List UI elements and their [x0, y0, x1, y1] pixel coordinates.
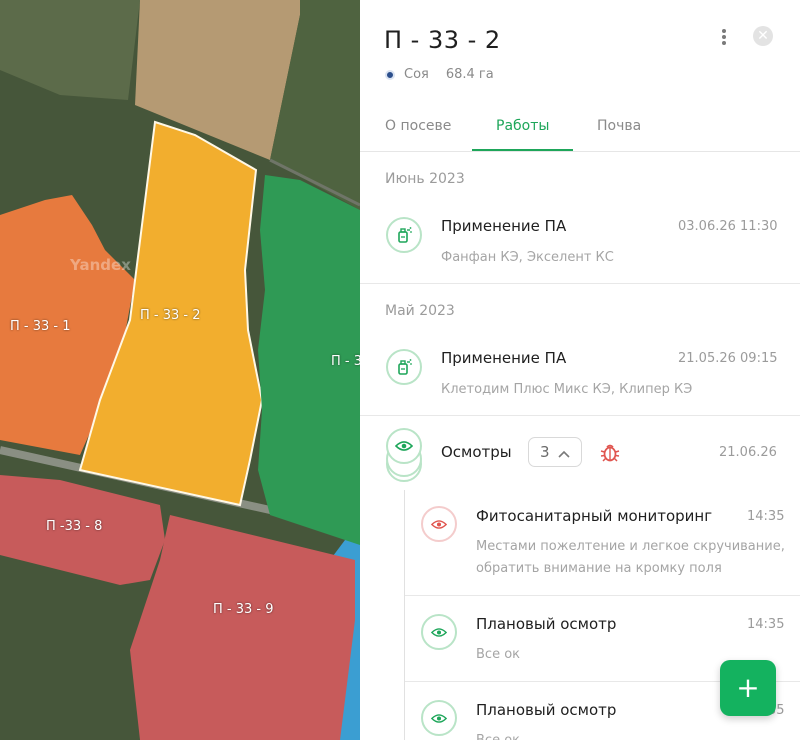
divider — [360, 415, 800, 416]
plus-icon: + — [736, 671, 760, 704]
tab-soil[interactable]: Почва — [597, 118, 641, 134]
inspection-title: Плановый осмотр — [476, 615, 617, 633]
inspection-time: 14:35 — [747, 617, 785, 632]
eye-icon — [421, 700, 457, 736]
inspections-tree-line — [404, 490, 405, 740]
eye-icon — [421, 614, 457, 650]
field-meta: Соя 68.4 га — [385, 67, 494, 82]
field-label: П -33 - 8 — [46, 519, 103, 534]
field-area: 68.4 га — [445, 67, 494, 82]
inspection-details-line: Местами пожелтение и легкое скручивание, — [476, 539, 785, 554]
chevron-up-icon — [557, 443, 570, 462]
inspection-details-line: обратить внимание на кромку поля — [476, 561, 722, 576]
work-title: Применение ПА — [441, 349, 567, 367]
field-label: П - 33 - 1 — [10, 319, 71, 334]
work-details: Фанфан КЭ, Экселент КС — [441, 250, 614, 265]
field-map[interactable]: Yandex П - 33 - 1 П - 33 - 2 П - 3 П -33… — [0, 0, 360, 740]
tab-works[interactable]: Работы — [496, 118, 549, 134]
inspections-count-toggle[interactable]: 3 — [528, 437, 582, 467]
tab-sowing[interactable]: О посеве — [385, 118, 451, 134]
work-details: Клетодим Плюс Микс КЭ, Клипер КЭ — [441, 382, 693, 397]
divider — [360, 283, 800, 284]
inspection-title: Фитосанитарный мониторинг — [476, 507, 713, 525]
inspection-details: Местами пожелтение и легкое скручивание,… — [476, 536, 791, 580]
more-options-button[interactable] — [716, 27, 732, 47]
sprayer-icon — [386, 217, 422, 253]
inspection-details: Все ок — [476, 730, 791, 740]
eye-warning-icon — [421, 506, 457, 542]
sprayer-icon — [386, 349, 422, 385]
crop-color-dot — [385, 69, 395, 80]
month-header: Июнь 2023 — [385, 171, 465, 187]
inspections-date: 21.06.26 — [719, 445, 777, 460]
work-title: Применение ПА — [441, 217, 567, 235]
work-datetime: 21.05.26 09:15 — [678, 351, 778, 366]
work-datetime: 03.06.26 11:30 — [678, 219, 778, 234]
dot-icon — [722, 35, 726, 39]
inspections-count: 3 — [540, 443, 550, 461]
tab-bar: О посеве Работы Почва — [360, 100, 800, 152]
close-button[interactable]: ✕ — [753, 26, 773, 46]
map-canvas — [0, 0, 360, 740]
field-label: П - 33 - 9 — [213, 602, 274, 617]
divider — [405, 595, 800, 596]
dot-icon — [722, 29, 726, 33]
field-label: П - 33 - 2 — [140, 308, 201, 323]
active-tab-indicator — [472, 149, 573, 151]
field-details-panel: П - 33 - 2 ✕ Соя 68.4 га О посеве Работы… — [360, 0, 800, 740]
dot-icon — [722, 41, 726, 45]
close-icon: ✕ — [757, 28, 769, 44]
inspections-title: Осмотры — [441, 443, 512, 461]
month-header: Май 2023 — [385, 303, 455, 319]
field-title: П - 33 - 2 — [384, 26, 501, 54]
crop-name: Соя — [404, 67, 429, 82]
inspection-time: 14:35 — [747, 509, 785, 524]
map-watermark: Yandex — [70, 256, 131, 274]
bug-icon — [599, 441, 621, 467]
add-button[interactable]: + — [720, 660, 776, 716]
inspection-title: Плановый осмотр — [476, 701, 617, 719]
field-label: П - 3 — [331, 354, 360, 369]
